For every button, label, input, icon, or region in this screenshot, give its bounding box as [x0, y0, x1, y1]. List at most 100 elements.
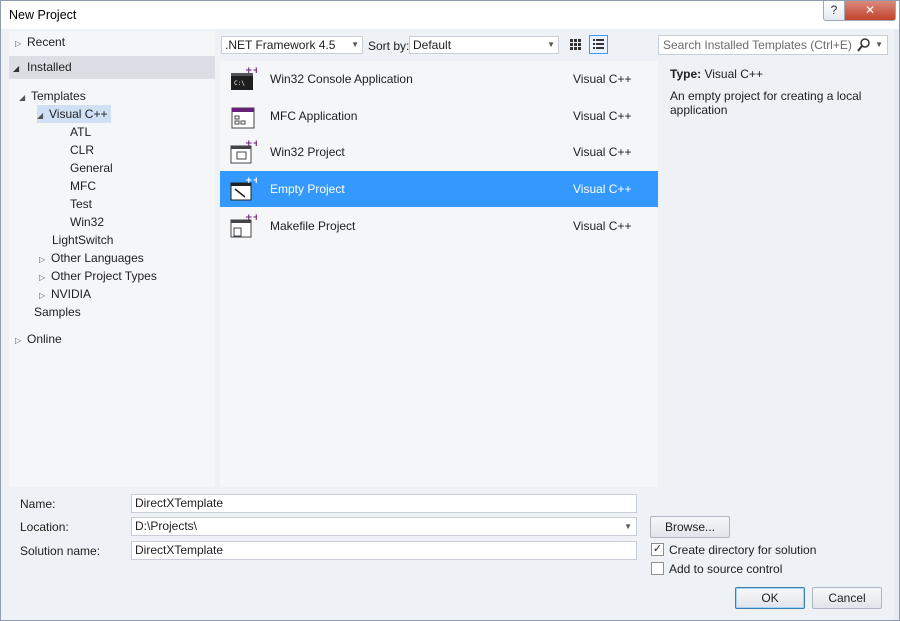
template-language: Visual C++: [573, 182, 632, 196]
template-list: C:\ ++ Win32 Console Application Visual …: [220, 61, 658, 487]
ok-button[interactable]: OK: [735, 587, 805, 609]
makefile-project-icon: ++: [230, 213, 257, 238]
checkbox-label: Add to source control: [669, 562, 783, 576]
svg-text:++: ++: [245, 66, 257, 76]
search-input[interactable]: Search Installed Templates (Ctrl+E) ▼: [658, 35, 888, 55]
empty-project-icon: ++: [230, 176, 257, 201]
cancel-button[interactable]: Cancel: [812, 587, 882, 609]
template-tree: ▷ Recent ◢ Installed ◢ Templates ◢ Visual C+…: [9, 31, 215, 487]
chevron-down-icon[interactable]: ▼: [624, 518, 632, 535]
source-control-checkbox[interactable]: Add to source control: [651, 562, 782, 578]
template-name: Win32 Project: [270, 145, 345, 159]
framework-select[interactable]: .NET Framework 4.5 ▼: [221, 36, 363, 54]
search-placeholder: Search Installed Templates (Ctrl+E): [663, 38, 852, 52]
list-view-button[interactable]: [589, 35, 608, 54]
location-label: Location:: [20, 520, 69, 534]
template-language: Visual C++: [573, 145, 632, 159]
tree-item-recent[interactable]: ▷ Recent: [15, 33, 65, 51]
tree-item-label: Other Project Types: [51, 269, 157, 283]
template-item-selected[interactable]: ++ Empty Project Visual C++: [220, 171, 658, 207]
tree-item-win32[interactable]: Win32: [70, 213, 104, 231]
tree-item-label: Other Languages: [51, 251, 144, 265]
tree-item-mfc[interactable]: MFC: [70, 177, 96, 195]
tree-item-label: Recent: [27, 35, 66, 49]
checkmark-icon[interactable]: ✓: [651, 543, 664, 556]
tree-item-label: Templates: [31, 89, 86, 103]
expand-arrow-icon[interactable]: ▷: [15, 35, 27, 53]
tree-item-visual-cpp[interactable]: ◢ Visual C++: [37, 105, 112, 125]
tree-item-test[interactable]: Test: [70, 195, 92, 213]
list-view-icon: [593, 39, 604, 49]
template-details: Type: Visual C++ An empty project for cr…: [670, 67, 880, 117]
expand-arrow-icon[interactable]: ▷: [15, 332, 27, 350]
type-value: Visual C++: [704, 67, 763, 81]
template-language: Visual C++: [573, 109, 632, 123]
checkbox-label: Create directory for solution: [669, 543, 817, 557]
solution-name-label: Solution name:: [20, 544, 101, 558]
tree-item-clr[interactable]: CLR: [70, 141, 94, 159]
template-language: Visual C++: [573, 72, 632, 86]
svg-text:++: ++: [245, 139, 257, 149]
tree-item-label: Visual C++: [49, 107, 108, 121]
create-directory-checkbox[interactable]: ✓ Create directory for solution: [651, 543, 816, 559]
sort-select[interactable]: Default ▼: [409, 36, 559, 54]
browse-button[interactable]: Browse...: [650, 516, 730, 538]
solution-name-input[interactable]: DirectXTemplate: [131, 541, 637, 560]
tree-item-atl[interactable]: ATL: [70, 123, 91, 141]
tree-item-label: NVIDIA: [51, 287, 92, 301]
tree-item-general[interactable]: General: [70, 159, 113, 177]
tree-item-label: Installed: [27, 60, 72, 74]
tree-item-templates[interactable]: ◢ Templates: [19, 87, 86, 105]
svg-text:C:\: C:\: [234, 80, 245, 87]
tree-item-other-languages[interactable]: ▷ Other Languages: [39, 249, 144, 267]
tree-item-other-project-types[interactable]: ▷ Other Project Types: [39, 267, 157, 285]
new-project-dialog: New Project ? ✕ ▷ Recent ◢ Installed ◢ Temp…: [0, 0, 900, 621]
window-edge: [894, 30, 899, 620]
sort-by-label: Sort by:: [368, 39, 410, 53]
tree-item-lightswitch[interactable]: LightSwitch: [52, 231, 113, 249]
svg-text:++: ++: [245, 176, 257, 186]
type-label: Type:: [670, 67, 702, 81]
location-input[interactable]: D:\Projects\ ▼: [131, 517, 637, 536]
collapse-arrow-icon[interactable]: ◢: [13, 57, 27, 80]
tree-item-installed[interactable]: ◢ Installed: [9, 56, 215, 79]
collapse-arrow-icon[interactable]: ◢: [19, 89, 31, 107]
chevron-down-icon: ▼: [351, 40, 359, 49]
tree-item-label: Online: [27, 332, 62, 346]
mfc-app-icon: [231, 107, 255, 129]
template-item[interactable]: MFC Application Visual C++: [220, 98, 658, 134]
win32-project-icon: ++: [230, 139, 257, 164]
name-label: Name:: [20, 497, 56, 511]
template-item[interactable]: ++ Makefile Project Visual C++: [220, 208, 658, 244]
template-item[interactable]: ++ Win32 Project Visual C++: [220, 134, 658, 170]
search-icon[interactable]: [857, 37, 871, 53]
name-value: DirectXTemplate: [135, 496, 224, 510]
template-item[interactable]: C:\ ++ Win32 Console Application Visual …: [220, 61, 658, 97]
location-value: D:\Projects\: [135, 519, 198, 533]
collapse-arrow-icon[interactable]: ◢: [37, 107, 49, 125]
template-name: MFC Application: [270, 109, 358, 123]
tree-item-samples[interactable]: Samples: [34, 303, 81, 321]
solution-name-value: DirectXTemplate: [135, 543, 224, 557]
small-icons-view-button[interactable]: [566, 35, 585, 54]
grid-view-icon: [570, 39, 581, 50]
tree-item-online[interactable]: ▷ Online: [15, 330, 62, 348]
console-app-icon: C:\ ++: [231, 66, 257, 90]
template-language: Visual C++: [573, 219, 632, 233]
chevron-down-icon[interactable]: ▼: [875, 36, 883, 54]
checkbox-box[interactable]: [651, 562, 664, 575]
framework-value: .NET Framework 4.5: [225, 38, 336, 52]
template-description: An empty project for creating a local ap…: [670, 89, 862, 117]
svg-text:++: ++: [245, 213, 257, 223]
tree-item-nvidia[interactable]: ▷ NVIDIA: [39, 285, 91, 303]
sort-value: Default: [413, 38, 452, 52]
help-button[interactable]: ?: [823, 1, 845, 21]
dialog-title: New Project: [9, 8, 77, 22]
close-button[interactable]: ✕: [844, 1, 896, 21]
name-input[interactable]: DirectXTemplate: [131, 494, 637, 513]
chevron-down-icon: ▼: [547, 40, 555, 49]
template-name: Win32 Console Application: [270, 72, 413, 86]
template-name: Makefile Project: [270, 219, 356, 233]
template-name: Empty Project: [270, 182, 345, 196]
title-bar: New Project ? ✕: [1, 1, 899, 29]
